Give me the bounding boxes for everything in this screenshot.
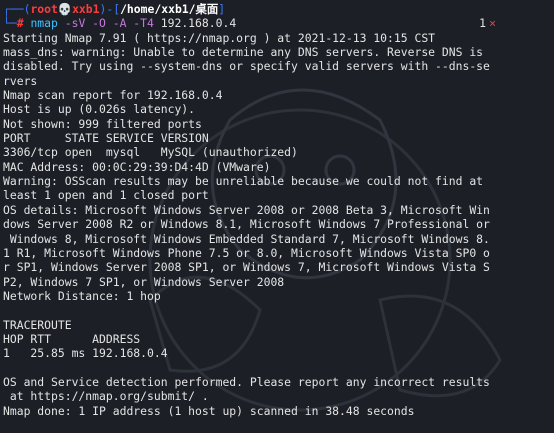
command-name: nmap [30, 16, 58, 31]
output-line: PORT STATE SERVICE VERSION [3, 131, 209, 146]
output-line: 1 R1, Microsoft Windows Phone 7.5 or 8.0… [3, 245, 490, 260]
output-line: least 1 open and 1 closed port [3, 188, 209, 203]
output-line: Warning: OSScan results may be unreliabl… [3, 174, 484, 189]
output-line: dows Server 2008 R2 or Windows 8.1, Micr… [3, 217, 490, 232]
output-line: mass_dns: warning: Unable to determine a… [3, 45, 484, 60]
exit-status-count: 1 [479, 16, 486, 31]
prompt-close-bracket: ] [218, 2, 226, 16]
command-args: -sV -O -A -T4 [64, 16, 154, 31]
output-line: MAC Address: 00:0C:29:39:D4:4D (VMware) [3, 159, 271, 174]
prompt-line-command: └─# nmap -sV -O -A -T4 192.168.0.4 1 × [3, 16, 554, 30]
prompt-host: xxb1 [72, 2, 100, 16]
output-line: rvers [3, 73, 38, 88]
output-line: Network Distance: 1 hop [3, 288, 161, 303]
prompt-line-top: ┌──(root💀xxb1)-[/home/xxb1/桌面] [3, 2, 554, 16]
error-x-icon: × [489, 16, 496, 31]
output-line: Nmap scan report for 192.168.0.4 [3, 88, 223, 103]
output-line: P2, Windows 7 SP1, or Windows Server 200… [3, 274, 285, 289]
terminal-window[interactable]: ┌──(root💀xxb1)-[/home/xxb1/桌面] └─# nmap … [0, 0, 554, 433]
prompt-path: /home/xxb1/桌面 [120, 2, 219, 16]
command-target: 192.168.0.4 [160, 16, 237, 31]
prompt-separator: )-[ [99, 2, 121, 16]
output-line: 1 25.85 ms 192.168.0.4 [3, 346, 168, 361]
output-line: OS and Service detection performed. Plea… [3, 374, 490, 389]
output-line: 3306/tcp open mysql MySQL (unauthorized) [3, 145, 298, 160]
output-line: Windows 8, Microsoft Windows Embedded St… [3, 231, 490, 246]
output-line: Host is up (0.026s latency). [3, 102, 196, 117]
output-line: HOP RTT ADDRESS [3, 331, 141, 346]
output-line: r SP1, Windows Server 2008 SP1, or Windo… [3, 260, 490, 275]
output-line: Nmap done: 1 IP address (1 host up) scan… [3, 403, 415, 418]
skull-icon: 💀 [57, 2, 73, 16]
prompt-user: root [30, 2, 58, 16]
prompt-hash: # [16, 16, 24, 31]
output-line: Not shown: 999 filtered ports [3, 116, 202, 131]
output-line: at https://nmap.org/submit/ . [3, 389, 209, 404]
output-line: OS details: Microsoft Windows Server 200… [3, 202, 490, 217]
output-line: disabled. Try using --system-dns or spec… [3, 59, 490, 74]
prompt-corner-bottom: └─ [3, 16, 17, 31]
output-line: TRACEROUTE [3, 317, 72, 332]
output-line: Starting Nmap 7.91 ( https://nmap.org ) … [3, 30, 436, 45]
prompt-corner-top: ┌──( [3, 2, 31, 16]
